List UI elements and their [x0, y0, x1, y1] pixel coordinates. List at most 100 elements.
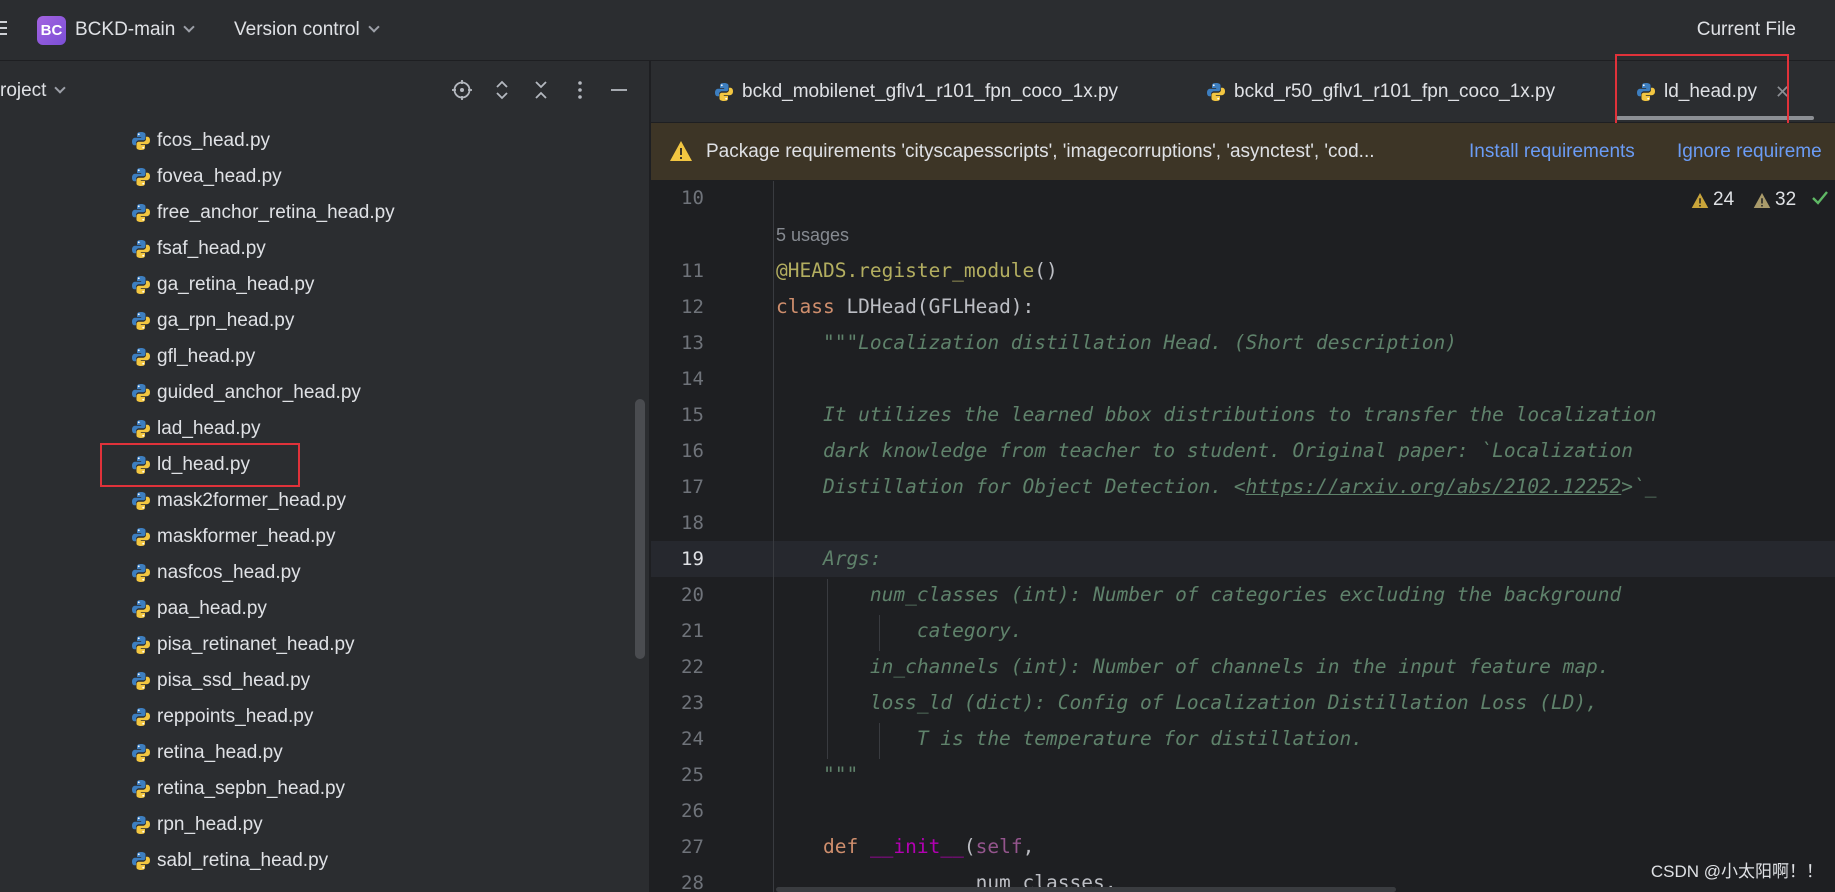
weak-warning-icon — [1753, 192, 1771, 208]
tree-item-file[interactable]: retina_head.py — [131, 735, 283, 771]
code-text: , — [1022, 835, 1035, 858]
tree-item-file[interactable]: rpn_head.py — [131, 807, 263, 843]
chevron-down-icon — [368, 21, 380, 33]
line-number: 14 — [681, 368, 704, 390]
tree-item-file[interactable]: guided_anchor_head.py — [131, 375, 361, 411]
code-line-24: T is the temperature for distillation. — [776, 727, 1363, 750]
locate-file-icon[interactable] — [450, 79, 474, 103]
project-view-selector[interactable]: roject — [0, 80, 67, 102]
tree-item-label: guided_anchor_head.py — [157, 382, 361, 403]
usages-hint[interactable]: 5 usages — [776, 225, 849, 246]
code-text: LDHead(GFLHead): — [834, 295, 1035, 318]
line-number: 27 — [681, 836, 704, 858]
code-editor[interactable]: 10 11 12 13 14 15 16 17 18 19 20 21 22 2… — [651, 181, 1835, 892]
tab-bckd-mobilenet[interactable]: bckd_mobilenet_gflv1_r101_fpn_coco_1x.py — [714, 61, 1118, 123]
docstring-link[interactable]: https://arxiv.org/abs/2102.12252 — [1246, 475, 1622, 498]
line-number: 18 — [681, 512, 704, 534]
project-panel: roject fcos_head.py fovea_head.py free_a… — [0, 61, 650, 892]
line-number: 13 — [681, 332, 704, 354]
decorator: @HEADS.register_module — [776, 259, 1035, 282]
tree-item-label: sabl_retina_head.py — [157, 850, 329, 871]
line-number: 22 — [681, 656, 704, 678]
project-panel-header: roject — [0, 61, 650, 123]
highlight-box — [100, 443, 300, 487]
tree-item-file[interactable]: fsaf_head.py — [131, 231, 266, 267]
line-number: 16 — [681, 440, 704, 462]
install-requirements-link[interactable]: Install requirements — [1469, 141, 1635, 163]
line-number: 20 — [681, 584, 704, 606]
code-line-11: @HEADS.register_module() — [776, 259, 1058, 282]
tab-label: bckd_mobilenet_gflv1_r101_fpn_coco_1x.py — [742, 81, 1119, 102]
ignore-requirements-link[interactable]: Ignore requireme — [1677, 141, 1822, 163]
line-number: 28 — [681, 872, 704, 892]
inspection-weak-warnings[interactable]: 32 — [1753, 189, 1796, 211]
run-config-selector[interactable]: Current File — [1697, 19, 1796, 41]
code-line-12: class LDHead(GFLHead): — [776, 295, 1034, 318]
tree-item-file[interactable]: pisa_retinanet_head.py — [131, 627, 355, 663]
tree-item-file[interactable]: fcos_head.py — [131, 123, 270, 159]
tab-bckd-r50[interactable]: bckd_r50_gflv1_r101_fpn_coco_1x.py — [1206, 61, 1555, 123]
tree-item-file[interactable]: fovea_head.py — [131, 159, 282, 195]
keyword: def — [776, 835, 859, 858]
line-number: 15 — [681, 404, 704, 426]
project-badge[interactable]: BC — [37, 16, 66, 45]
tree-item-file[interactable]: reppoints_head.py — [131, 699, 313, 735]
tree-item-file[interactable]: gfl_head.py — [131, 339, 255, 375]
python-file-icon — [132, 600, 150, 618]
chevron-down-icon — [54, 82, 67, 94]
tree-item-label: maskformer_head.py — [157, 526, 336, 547]
python-file-icon — [715, 83, 733, 101]
tree-item-label: paa_head.py — [157, 598, 267, 619]
tree-item-file[interactable]: ga_rpn_head.py — [131, 303, 294, 339]
expand-all-icon[interactable] — [490, 79, 514, 103]
inspection-warnings[interactable]: 24 — [1691, 189, 1734, 211]
horizontal-scrollbar[interactable] — [776, 887, 1396, 892]
tree-item-label: free_anchor_retina_head.py — [157, 202, 395, 223]
function-name: __init__ — [869, 835, 964, 858]
line-number: 26 — [681, 800, 704, 822]
current-file-label: Current File — [1696, 19, 1796, 40]
tree-item-label: pisa_retinanet_head.py — [157, 634, 355, 655]
tree-item-label: ga_retina_head.py — [157, 274, 315, 295]
code-line-13: """Localization distillation Head. (Shor… — [776, 331, 1457, 354]
code-line-23: loss_ld (dict): Config of Localization D… — [776, 691, 1598, 714]
tree-item-label: mask2former_head.py — [157, 490, 347, 511]
tree-item-label: lad_head.py — [157, 418, 261, 439]
more-options-icon[interactable] — [568, 79, 592, 103]
project-selector[interactable]: BCKD-main — [75, 19, 195, 41]
tree-item-file[interactable]: maskformer_head.py — [131, 519, 335, 555]
python-file-icon — [132, 348, 150, 366]
tree-item-file[interactable]: nasfcos_head.py — [131, 555, 301, 591]
warning-icon — [1691, 192, 1709, 208]
code-line-27: def __init__(self, — [776, 835, 1034, 858]
project-scrollbar[interactable] — [635, 399, 645, 659]
tree-item-file[interactable]: lad_head.py — [131, 411, 261, 447]
code-line-17: Distillation for Object Detection. <http… — [776, 475, 1657, 498]
python-file-icon — [132, 492, 150, 510]
tree-item-label: retina_head.py — [157, 742, 283, 763]
python-file-icon — [132, 564, 150, 582]
code-text: Distillation for Object Detection. < — [776, 475, 1246, 498]
tree-item-label: nasfcos_head.py — [157, 562, 301, 583]
inspection-ok-icon[interactable] — [1811, 189, 1829, 206]
tree-item-file[interactable]: ga_retina_head.py — [131, 267, 314, 303]
tree-item-file[interactable]: mask2former_head.py — [131, 483, 346, 519]
tree-item-label: reppoints_head.py — [157, 706, 314, 727]
collapse-all-icon[interactable] — [529, 79, 553, 103]
tree-item-file[interactable]: pisa_ssd_head.py — [131, 663, 310, 699]
python-file-icon — [132, 312, 150, 330]
tree-item-file[interactable]: retina_sepbn_head.py — [131, 771, 345, 807]
tree-item-file[interactable]: paa_head.py — [131, 591, 267, 627]
main-menu-icon[interactable] — [0, 21, 8, 39]
python-file-icon — [132, 528, 150, 546]
tree-item-file[interactable]: free_anchor_retina_head.py — [131, 195, 395, 231]
tree-item-file[interactable]: sabl_retina_head.py — [131, 843, 328, 879]
code-text: ( — [963, 835, 976, 858]
python-file-icon — [132, 672, 150, 690]
keyword: class — [776, 295, 835, 318]
python-file-icon — [132, 708, 150, 726]
code-line-20: num_classes (int): Number of categories … — [776, 583, 1622, 606]
line-number-current: 19 — [681, 548, 704, 570]
version-control-menu[interactable]: Version control — [234, 19, 380, 41]
hide-panel-icon[interactable] — [607, 79, 631, 103]
